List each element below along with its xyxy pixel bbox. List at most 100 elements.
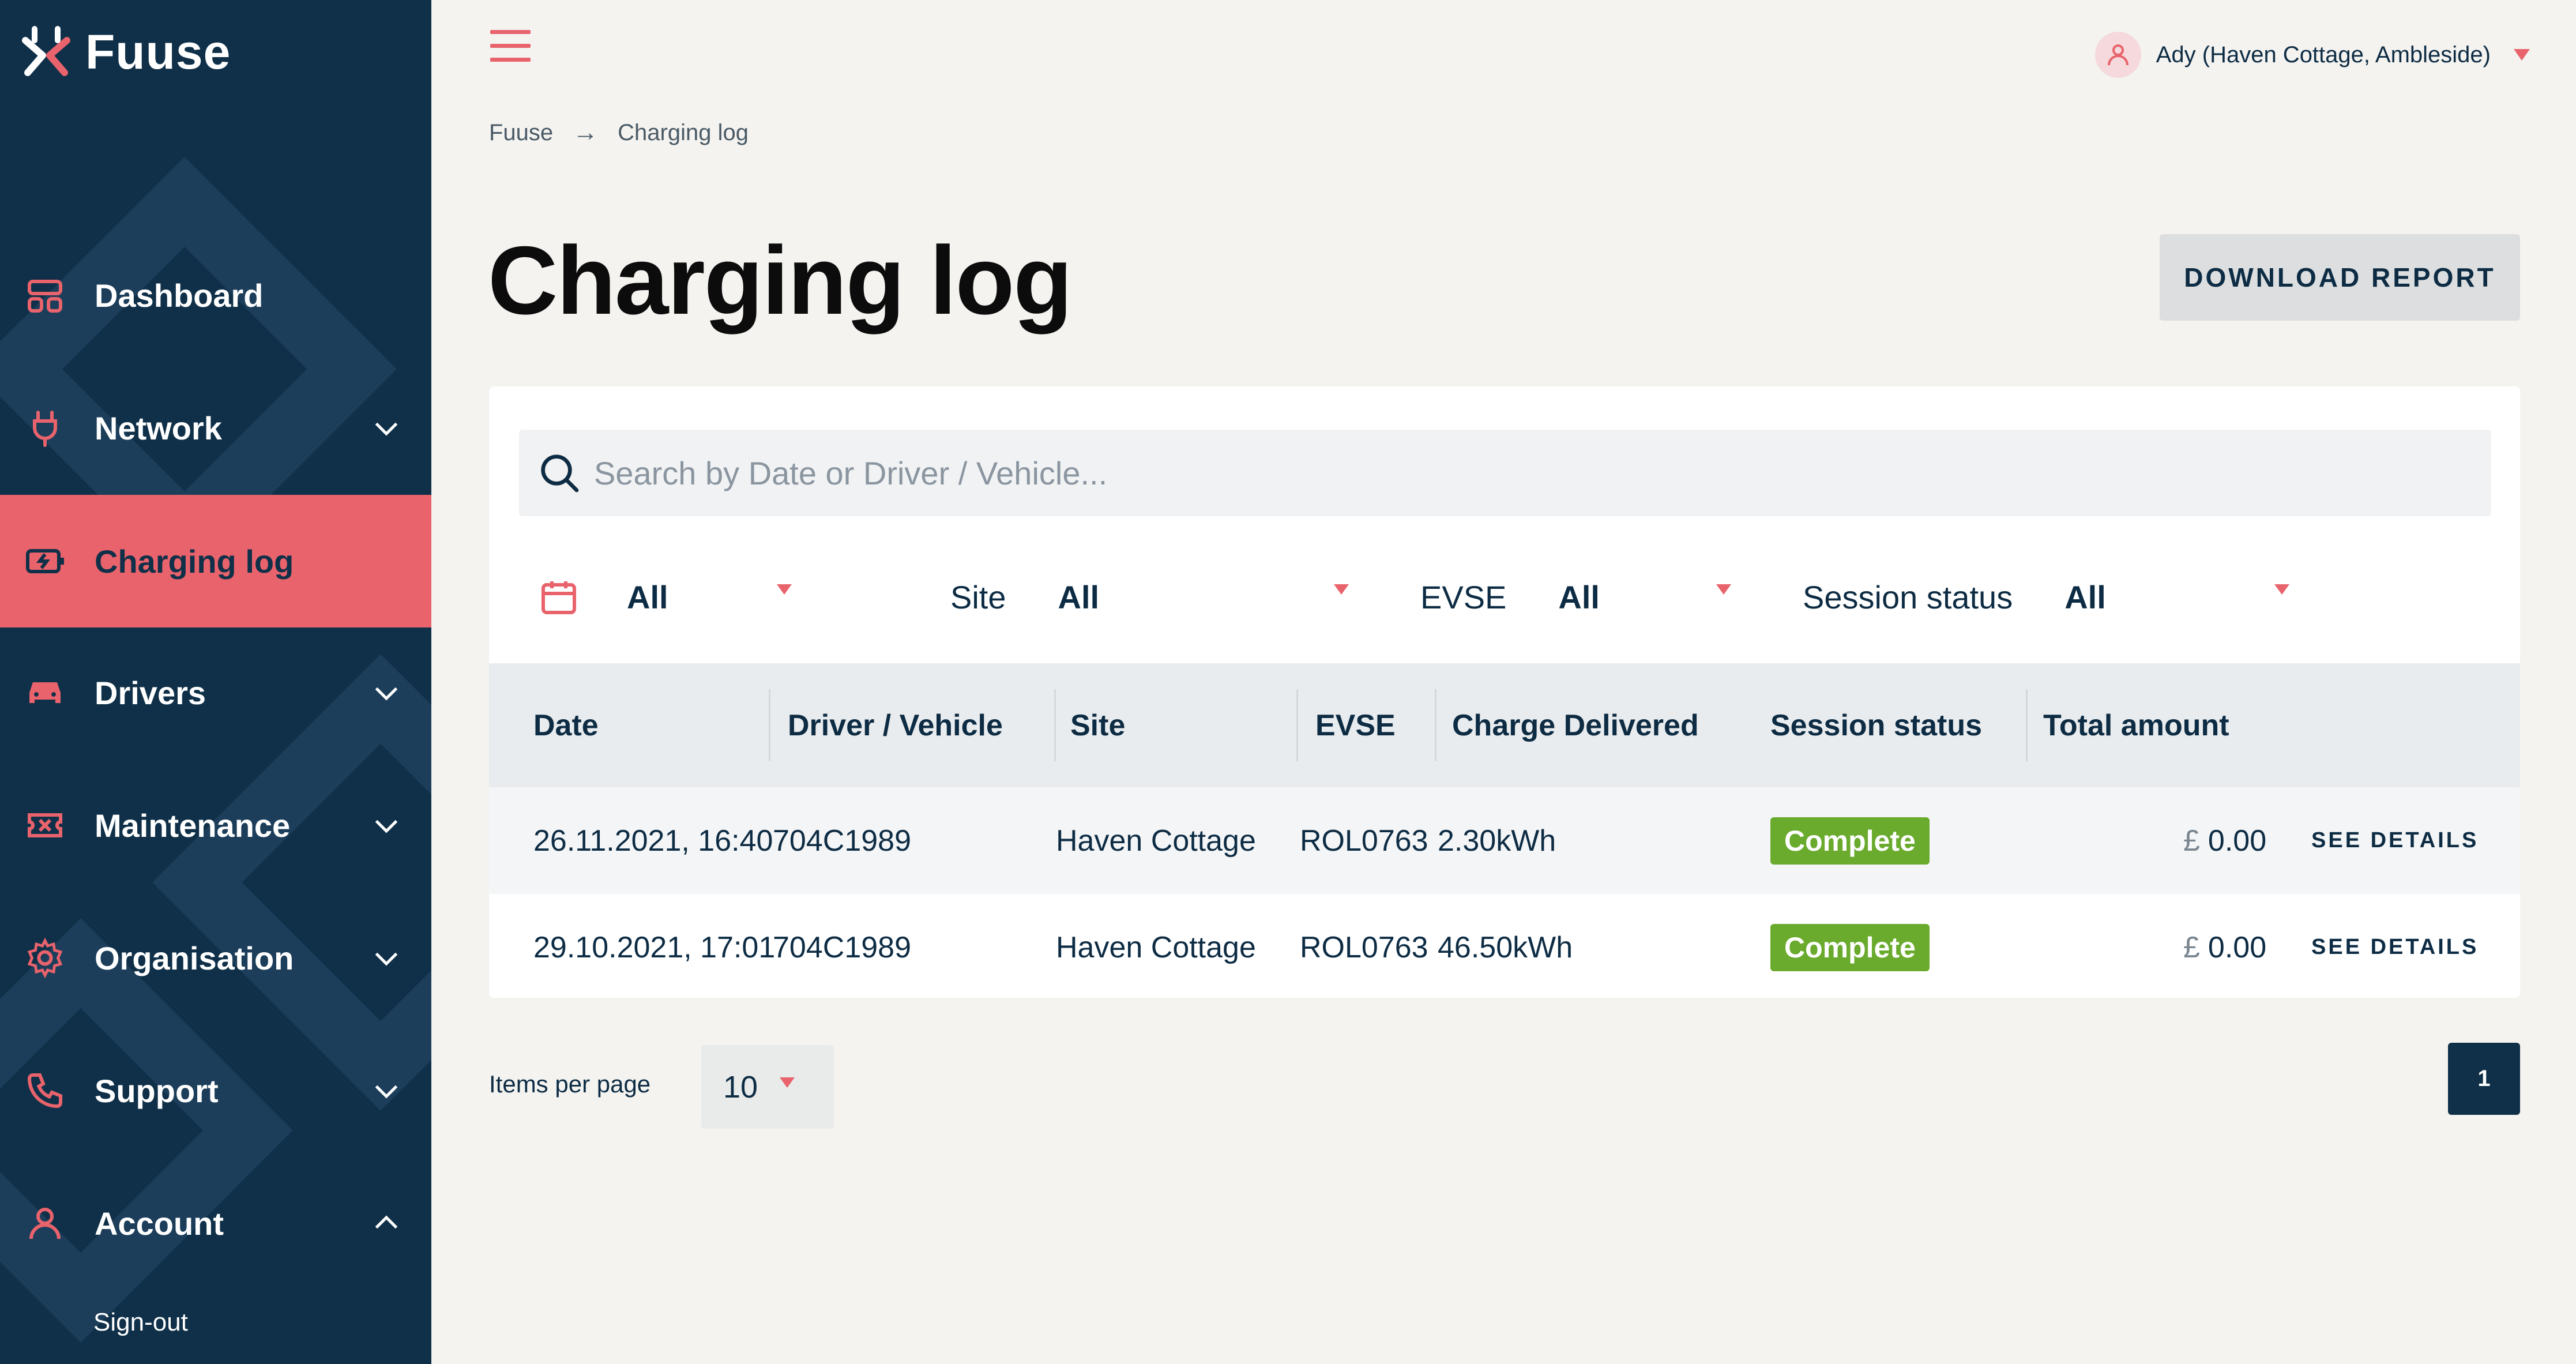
search-input[interactable] (594, 454, 2439, 492)
site-filter[interactable]: Site All (950, 559, 1377, 634)
ticket-icon (22, 802, 68, 848)
column-divider (1435, 689, 1436, 761)
cell-driver: 704C1989 (773, 824, 911, 858)
session-status-filter-label: Session status (1803, 578, 2013, 615)
dropdown-caret-icon (1334, 584, 1349, 595)
plug-icon (22, 405, 68, 451)
status-badge: Complete (1770, 923, 1930, 971)
filter-bar: All Site All EVSE All Session status All (489, 559, 2520, 634)
see-details-link[interactable]: SEE DETAILS (2311, 935, 2479, 960)
table-row[interactable]: 29.10.2021, 17:01 704C1989 Haven Cottage… (489, 894, 2520, 1001)
dropdown-caret-icon (2274, 584, 2289, 595)
chevron-up-icon[interactable] (369, 1206, 404, 1241)
cell-action: SEE DETAILS (2311, 787, 2479, 894)
brand-name: Fuuse (85, 24, 231, 79)
table-row[interactable]: 26.11.2021, 16:40 704C1989 Haven Cottage… (489, 787, 2520, 894)
dropdown-caret-icon[interactable] (2514, 49, 2530, 61)
items-per-page-select[interactable]: 10 (701, 1045, 834, 1129)
sidebar-item-label: Account (95, 1205, 224, 1242)
sidebar-item-drivers[interactable]: Drivers (0, 626, 431, 759)
page-title: Charging log (488, 226, 1073, 335)
sidebar-item-label: Drivers (95, 674, 206, 711)
sidebar-item-charging-log[interactable]: Charging log (0, 495, 431, 627)
cell-action: SEE DETAILS (2311, 894, 2479, 1001)
chevron-down-icon[interactable] (369, 808, 404, 843)
cell-charge: 46.50kWh (1438, 930, 1573, 964)
sidebar-item-maintenance[interactable]: Maintenance (0, 759, 431, 892)
user-icon (22, 1200, 68, 1246)
page-button-1[interactable]: 1 (2448, 1043, 2520, 1115)
sidebar-item-account[interactable]: Account (0, 1157, 431, 1290)
chevron-down-icon[interactable] (369, 675, 404, 710)
fuuse-logo[interactable]: Fuuse (17, 23, 231, 81)
phone-icon (22, 1068, 68, 1114)
chevron-down-icon[interactable] (369, 941, 404, 975)
column-divider (769, 689, 770, 761)
date-filter[interactable]: All (538, 559, 861, 634)
column-header-evse[interactable]: EVSE (1315, 663, 1396, 787)
download-report-button[interactable]: DOWNLOAD REPORT (2160, 234, 2520, 321)
arrow-right-icon: → (573, 118, 599, 146)
sidebar-item-label: Maintenance (95, 807, 291, 844)
search-icon (541, 454, 579, 493)
site-filter-value: All (1058, 578, 1100, 615)
date-filter-value: All (627, 578, 668, 615)
items-per-page-label: Items per page (489, 1070, 651, 1098)
sign-out-link[interactable]: Sign-out (93, 1308, 188, 1337)
column-header-site[interactable]: Site (1070, 663, 1125, 787)
amount-value: 0.00 (2208, 930, 2267, 964)
column-divider (2026, 689, 2028, 761)
gear-icon (22, 935, 68, 981)
cell-status: Complete (1770, 894, 1930, 1001)
sidebar-item-organisation[interactable]: Organisation (0, 892, 431, 1024)
column-header-date[interactable]: Date (533, 663, 599, 787)
sidebar-item-support[interactable]: Support (0, 1024, 431, 1157)
column-header-charge[interactable]: Charge Delivered (1452, 663, 1699, 787)
column-header-status[interactable]: Session status (1770, 663, 1982, 787)
user-menu[interactable]: Ady (Haven Cottage, Ambleside) (2094, 32, 2530, 78)
column-divider (1296, 689, 1298, 761)
battery-icon (22, 538, 68, 584)
car-icon (22, 670, 68, 716)
column-divider (1054, 689, 1056, 761)
dropdown-caret-icon (777, 584, 792, 595)
cell-date: 26.11.2021, 16:40 (533, 824, 773, 858)
cell-status: Complete (1770, 787, 1930, 894)
user-icon (2094, 32, 2141, 78)
cell-evse: ROL0763 (1300, 824, 1428, 858)
see-details-link[interactable]: SEE DETAILS (2311, 828, 2479, 853)
status-badge: Complete (1770, 817, 1930, 865)
currency-symbol: £ (2183, 824, 2200, 858)
site-filter-label: Site (950, 578, 1006, 615)
column-header-driver[interactable]: Driver / Vehicle (788, 663, 1003, 787)
sidebar: Fuuse Dashboard Network Charging log Dri… (0, 0, 431, 1364)
session-status-filter[interactable]: Session status All (1803, 559, 2322, 634)
table-header: Date Driver / Vehicle Site EVSE Charge D… (489, 663, 2520, 787)
sidebar-item-label: Network (95, 409, 222, 446)
fuuse-logo-icon (22, 26, 70, 76)
hamburger-icon[interactable] (490, 30, 531, 62)
column-header-amount[interactable]: Total amount (2043, 663, 2229, 787)
search-box[interactable] (519, 430, 2491, 516)
sidebar-item-network[interactable]: Network (0, 362, 431, 494)
evse-filter[interactable]: EVSE All (1420, 559, 1766, 634)
chevron-down-icon[interactable] (369, 411, 404, 445)
amount-value: 0.00 (2208, 824, 2267, 858)
currency-symbol: £ (2183, 930, 2200, 964)
cell-amount: £ 0.00 (2183, 894, 2266, 1001)
sidebar-item-label: Organisation (95, 940, 294, 976)
items-per-page-value: 10 (723, 1069, 758, 1104)
sidebar-item-dashboard[interactable]: Dashboard (0, 229, 431, 362)
dropdown-caret-icon (1716, 584, 1731, 595)
cell-driver: 704C1989 (773, 930, 911, 964)
evse-filter-value: All (1558, 578, 1600, 615)
charging-log-card: All Site All EVSE All Session status All… (489, 386, 2520, 998)
breadcrumb-root-link[interactable]: Fuuse (489, 120, 553, 146)
sidebar-item-label: Support (95, 1072, 219, 1109)
breadcrumb: Fuuse → Charging log (489, 118, 749, 147)
sidebar-item-label: Dashboard (95, 277, 264, 314)
sidebar-item-label: Charging log (95, 543, 294, 580)
cell-date: 29.10.2021, 17:01 (533, 930, 776, 964)
chevron-down-icon[interactable] (369, 1073, 404, 1108)
session-status-filter-value: All (2064, 578, 2106, 615)
